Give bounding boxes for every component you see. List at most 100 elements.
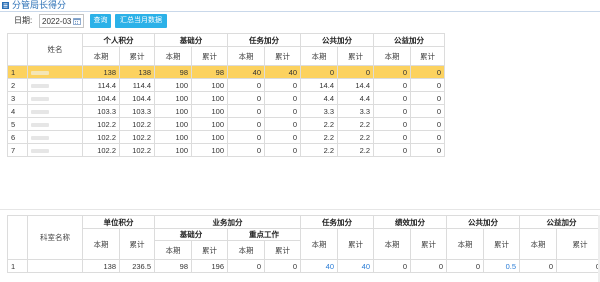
name-cell: [27, 78, 83, 92]
score-cell: 98: [191, 65, 228, 79]
score-cell: 100: [191, 104, 228, 118]
score-cell: 0: [264, 91, 301, 105]
score-cell: 114.4: [119, 78, 155, 92]
score-cell: 104.4: [82, 91, 120, 105]
score-cell: 4.4: [337, 91, 374, 105]
score-cell: 0: [410, 130, 445, 144]
date-label: 日期:: [14, 16, 33, 25]
score-cell: 0: [227, 117, 265, 131]
redacted-name: [31, 135, 49, 140]
table-row[interactable]: 1138236.5981960040400000.500: [7, 259, 600, 273]
score-cell: 104.4: [119, 91, 155, 105]
redacted-name: [31, 148, 49, 153]
redacted-name: [31, 96, 49, 101]
row-number-header: [7, 215, 28, 260]
table-row[interactable]: 3 104.4 104.4 100 100 0 0 4.4 4.4 0 0: [7, 91, 445, 105]
personal-score-header: 个人积分: [82, 33, 155, 47]
date-picker-input[interactable]: 2022-03: [39, 14, 84, 28]
score-cell: 0: [410, 104, 445, 118]
row-number: 3: [7, 91, 28, 105]
score-cell: 138: [82, 65, 120, 79]
cumulative-header: 累计: [119, 228, 155, 260]
score-cell: 0: [373, 104, 411, 118]
current-period-header: 本期: [300, 228, 338, 260]
score-cell: 0: [264, 104, 301, 118]
public-bonus-header: 公共加分: [446, 215, 520, 229]
score-cell: 102.2: [82, 130, 120, 144]
task-bonus-header: 任务加分: [300, 215, 374, 229]
score-cell: 103.3: [119, 104, 155, 118]
current-period-header: 本期: [227, 46, 265, 66]
date-value: 2022-03: [42, 17, 72, 26]
public-bonus-header: 公共加分: [300, 33, 374, 47]
score-cell: 0: [373, 259, 411, 273]
score-cell: 138: [82, 259, 120, 273]
score-cell: 0: [410, 143, 445, 157]
summary-month-button[interactable]: 汇总当月数据: [115, 14, 167, 28]
current-period-header: 本期: [373, 46, 411, 66]
score-cell: 0: [373, 117, 411, 131]
score-cell: 0: [519, 259, 557, 273]
score-cell: 2.2: [337, 143, 374, 157]
task-bonus-header: 任务加分: [227, 33, 301, 47]
calendar-icon[interactable]: [73, 18, 81, 25]
query-button[interactable]: 查询: [90, 14, 111, 28]
cumulative-header: 累计: [119, 46, 155, 66]
score-cell: 0: [410, 91, 445, 105]
table-row[interactable]: 4 103.3 103.3 100 100 0 0 3.3 3.3 0 0: [7, 104, 445, 118]
current-period-header: 本期: [154, 46, 192, 66]
row-number: 7: [7, 143, 28, 157]
score-cell: 3.3: [337, 104, 374, 118]
score-cell: 2.2: [300, 117, 338, 131]
score-cell: 100: [191, 117, 228, 131]
cumulative-header: 累计: [410, 228, 447, 260]
redacted-name: [31, 109, 49, 114]
score-cell: 14.4: [337, 78, 374, 92]
score-cell: 0: [264, 143, 301, 157]
cumulative-header: 累计: [264, 240, 301, 260]
row-number: 1: [7, 259, 28, 273]
score-cell: 2.2: [337, 130, 374, 144]
cumulative-header: 累计: [556, 228, 600, 260]
cumulative-header: 累计: [337, 46, 374, 66]
score-cell: 236.5: [119, 259, 155, 273]
cumulative-header: 累计: [410, 46, 445, 66]
basic-score-header: 基础分: [154, 228, 228, 241]
score-link-cell[interactable]: 40: [300, 259, 338, 273]
redacted-name: [31, 70, 49, 75]
table-row[interactable]: 2 114.4 114.4 100 100 0 0 14.4 14.4 0 0: [7, 78, 445, 92]
score-link-cell[interactable]: 40: [337, 259, 374, 273]
table-row[interactable]: 1 138 138 98 98 40 40 0 0 0 0: [7, 65, 445, 79]
score-cell: 100: [154, 91, 192, 105]
name-cell: [27, 65, 83, 79]
current-period-header: 本期: [373, 228, 411, 260]
table-row[interactable]: 7 102.2 102.2 100 100 0 0 2.2 2.2 0 0: [7, 143, 445, 157]
score-cell: 14.4: [300, 78, 338, 92]
score-cell: 2.2: [300, 130, 338, 144]
welfare-bonus-header: 公益加分: [373, 33, 445, 47]
current-period-header: 本期: [300, 46, 338, 66]
name-cell: [27, 117, 83, 131]
score-cell: 102.2: [82, 143, 120, 157]
cumulative-header: 累计: [191, 46, 228, 66]
score-cell: 100: [154, 130, 192, 144]
department-score-table: 科室名称 单位积分 业务加分 任务加分 绩效加分 公共加分 公益加分 本期 累计…: [7, 215, 600, 273]
score-cell: 100: [191, 91, 228, 105]
cumulative-header: 累计: [191, 240, 228, 260]
table-row[interactable]: 5 102.2 102.2 100 100 0 0 2.2 2.2 0 0: [7, 117, 445, 131]
row-number: 4: [7, 104, 28, 118]
score-cell: 100: [154, 143, 192, 157]
score-cell: 114.4: [82, 78, 120, 92]
department-name-cell: [27, 259, 83, 273]
basic-score-header: 基础分: [154, 33, 228, 47]
cumulative-header: 累计: [337, 228, 374, 260]
name-header: 姓名: [27, 33, 83, 66]
score-cell: 103.3: [82, 104, 120, 118]
table-row[interactable]: 6 102.2 102.2 100 100 0 0 2.2 2.2 0 0: [7, 130, 445, 144]
department-name-header: 科室名称: [27, 215, 83, 260]
score-cell: 138: [119, 65, 155, 79]
score-link-cell[interactable]: 0.5: [483, 259, 520, 273]
list-icon: [2, 2, 9, 9]
score-cell: 0: [410, 78, 445, 92]
score-cell: 0: [227, 259, 265, 273]
